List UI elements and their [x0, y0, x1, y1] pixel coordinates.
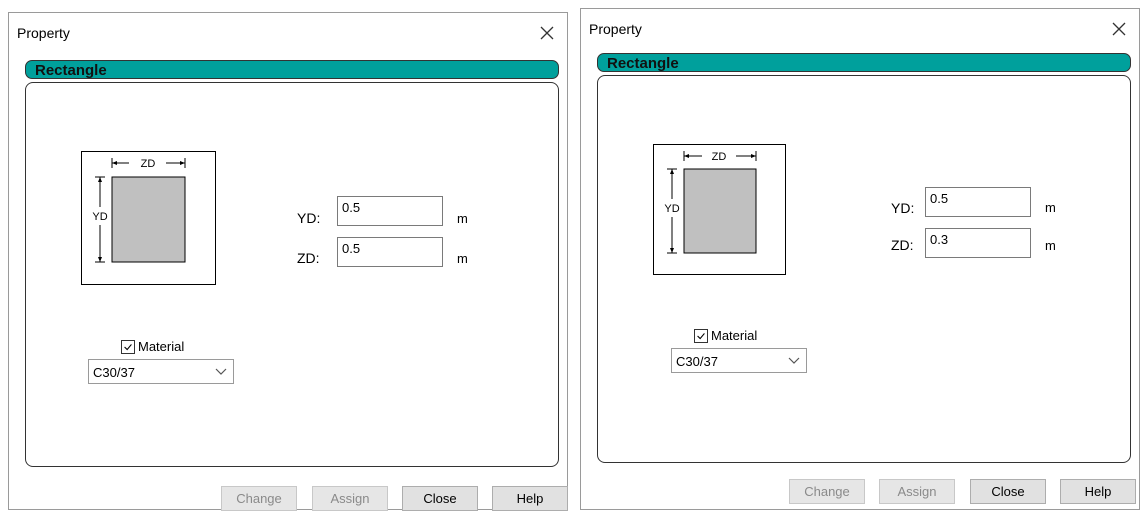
yd-input[interactable]: 0.5: [925, 187, 1031, 217]
zd-unit: m: [457, 251, 468, 266]
material-select-value: C30/37: [93, 365, 135, 380]
assign-button[interactable]: Assign: [879, 479, 955, 504]
chevron-down-icon: [215, 368, 227, 375]
checkmark-icon: [124, 344, 132, 351]
close-icon[interactable]: [1105, 15, 1133, 43]
close-button[interactable]: Close: [970, 479, 1046, 504]
section-banner: Rectangle: [597, 53, 1131, 72]
yd-unit: m: [1045, 200, 1056, 215]
zd-unit: m: [1045, 238, 1056, 253]
close-button[interactable]: Close: [402, 486, 478, 511]
material-checkbox[interactable]: [694, 329, 708, 343]
title-bar: Property: [581, 9, 1139, 49]
yd-dim-label: YD: [664, 203, 679, 215]
rectangle-section-diagram: ZD YD: [81, 151, 216, 285]
help-button[interactable]: Help: [492, 486, 568, 511]
zd-dim-label: ZD: [712, 151, 727, 163]
yd-label: YD:: [297, 210, 321, 226]
section-label: Rectangle: [607, 55, 679, 72]
yd-unit: m: [457, 211, 468, 226]
yd-input[interactable]: 0.5: [337, 196, 443, 226]
material-label: Material: [138, 339, 185, 354]
material-label: Material: [711, 328, 758, 343]
dialog-title: Property: [17, 25, 70, 41]
zd-label: ZD:: [891, 237, 914, 253]
material-select[interactable]: C30/37: [671, 348, 807, 373]
change-button[interactable]: Change: [221, 486, 297, 511]
material-checkbox[interactable]: [121, 340, 135, 354]
zd-dim-label: ZD: [141, 158, 156, 170]
title-bar: Property: [9, 13, 567, 53]
zd-input[interactable]: 0.5: [337, 237, 443, 267]
dialog-title: Property: [589, 21, 642, 37]
section-banner: Rectangle: [25, 60, 559, 79]
change-button[interactable]: Change: [789, 479, 865, 504]
zd-input[interactable]: 0.3: [925, 228, 1031, 258]
assign-button[interactable]: Assign: [312, 486, 388, 511]
yd-label: YD:: [891, 200, 915, 216]
yd-dim-label: YD: [92, 211, 107, 223]
property-dialog-2: Property Rectangle ZD YD YD: 0.5 m ZD: 0…: [580, 8, 1140, 510]
zd-label: ZD:: [297, 250, 320, 266]
rectangle-section-diagram: ZD YD: [653, 144, 786, 275]
checkmark-icon: [697, 333, 705, 340]
property-panel: ZD YD YD: 0.5 m ZD: 0.5 m Material C30/3…: [25, 82, 559, 467]
property-panel: ZD YD YD: 0.5 m ZD: 0.3 m Material C30/3…: [597, 75, 1131, 463]
material-select[interactable]: C30/37: [88, 359, 234, 384]
material-select-value: C30/37: [676, 354, 718, 369]
help-button[interactable]: Help: [1060, 479, 1136, 504]
chevron-down-icon: [788, 357, 800, 364]
section-label: Rectangle: [35, 62, 107, 79]
close-icon[interactable]: [533, 19, 561, 47]
property-dialog-1: Property Rectangle ZD YD YD: 0.5 m ZD: 0…: [8, 12, 568, 511]
